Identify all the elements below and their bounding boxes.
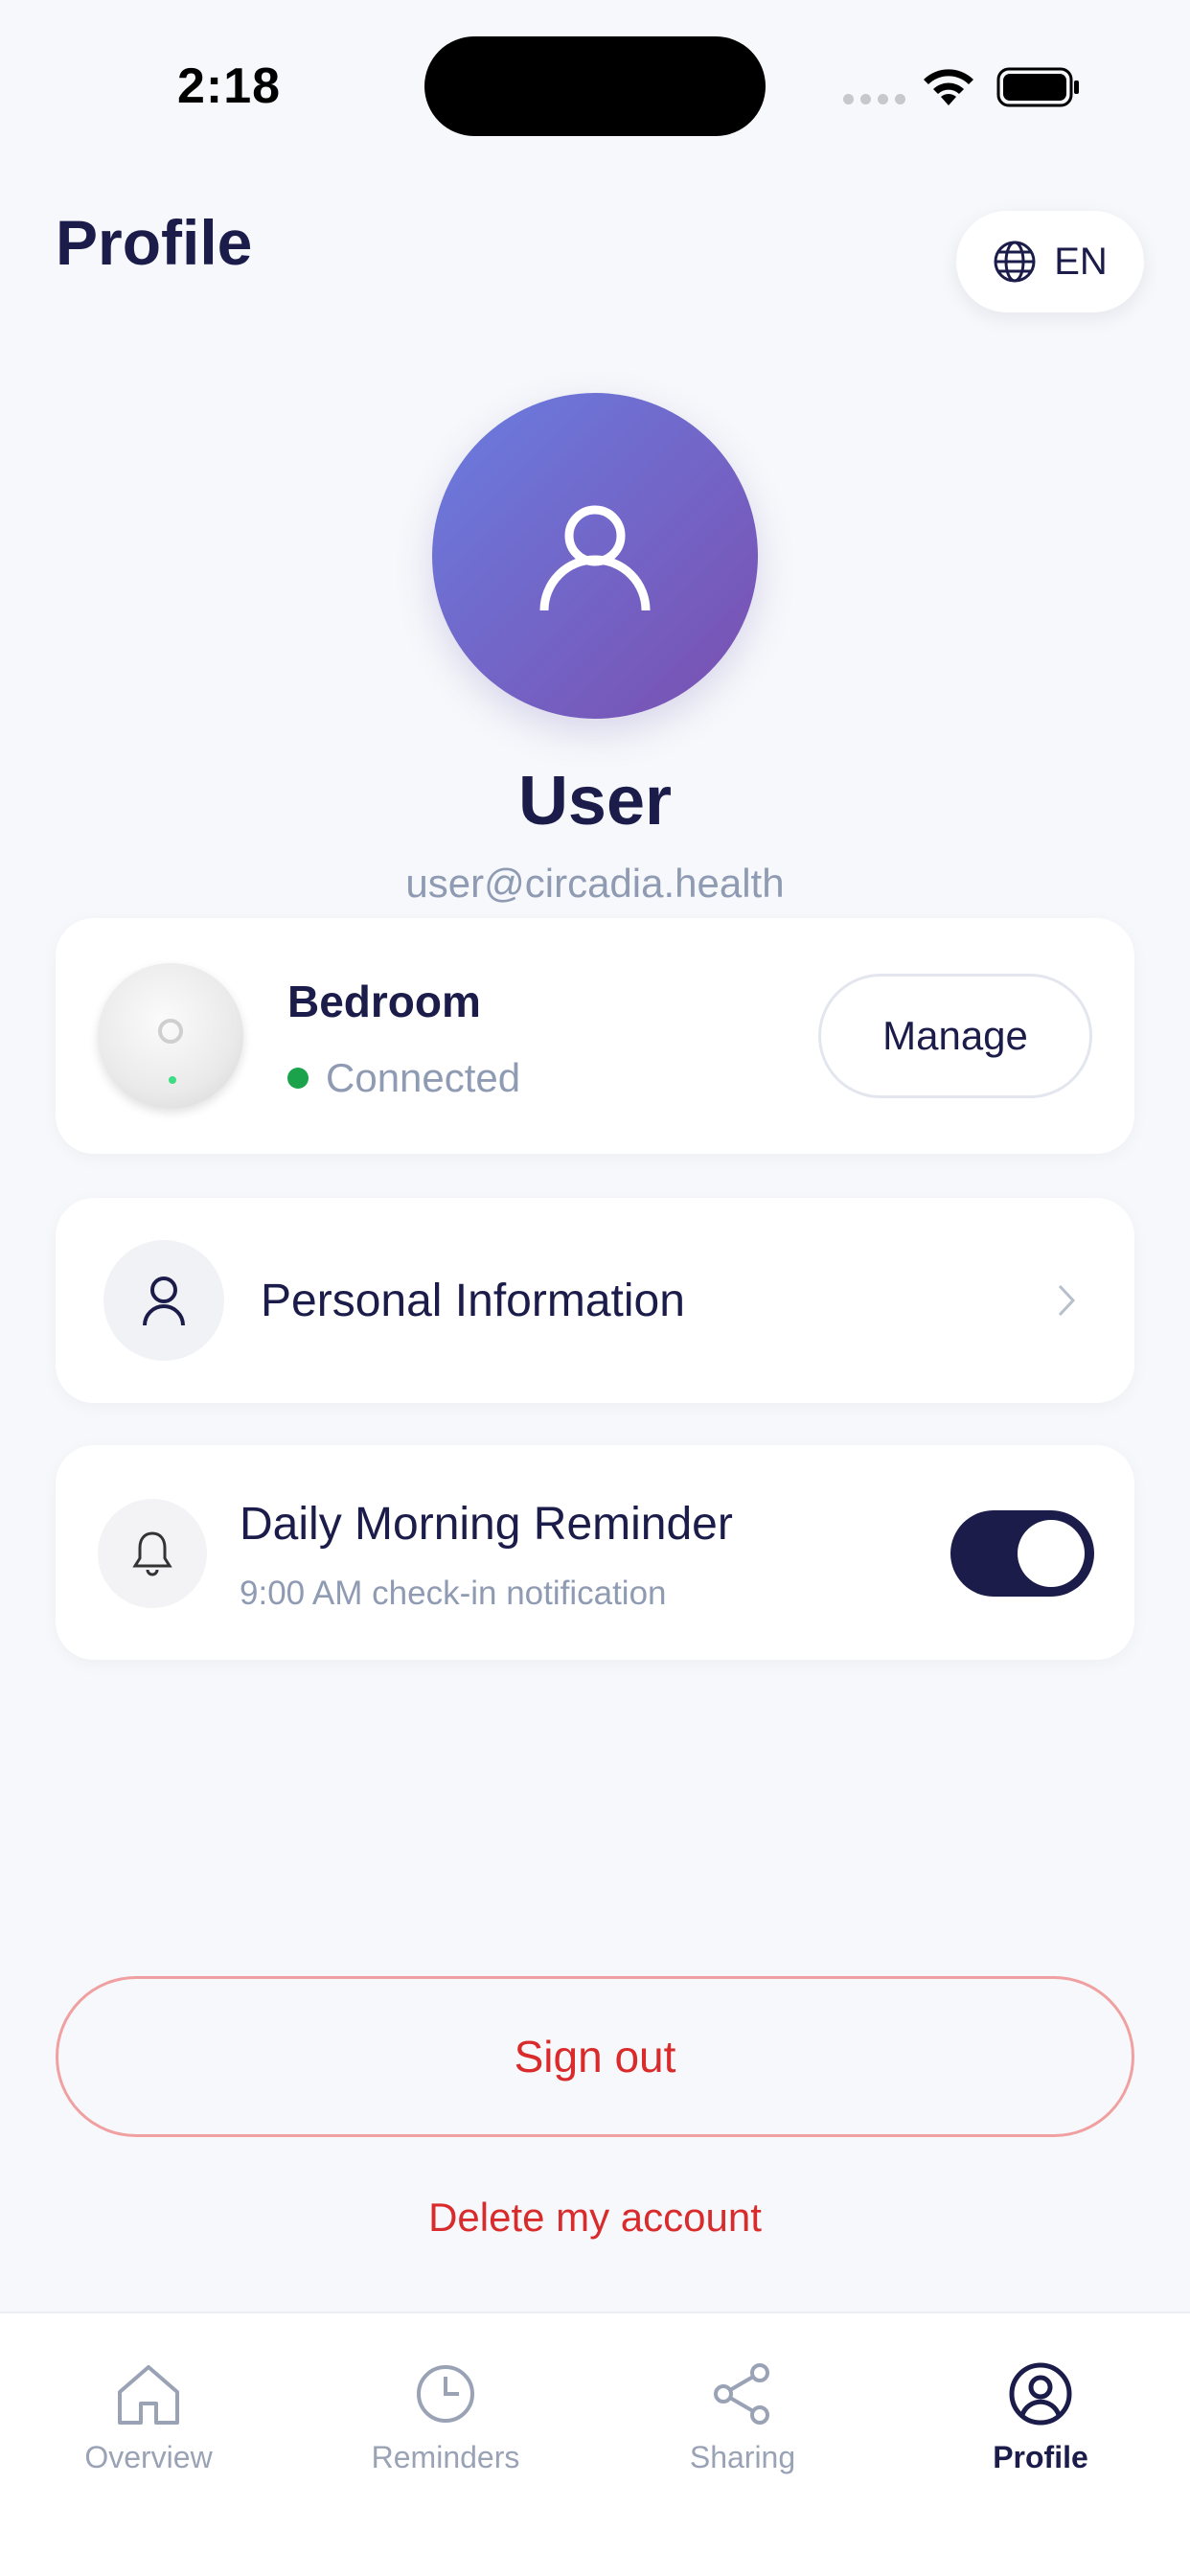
chevron-right-icon — [1058, 1284, 1076, 1317]
user-name: User — [517, 763, 673, 840]
user-email: user@circadia.health — [405, 861, 785, 906]
person-icon-container — [103, 1240, 224, 1361]
profile-screen: 2:18 Profile EN User user@circadia.healt… — [0, 0, 1190, 2576]
tab-sharing[interactable]: Sharing — [628, 2361, 858, 2475]
tab-sharing-label: Sharing — [689, 2440, 796, 2474]
share-icon — [714, 2363, 769, 2425]
language-button[interactable]: EN — [956, 211, 1144, 312]
tab-overview[interactable]: Overview — [34, 2361, 263, 2475]
page-title: Profile — [56, 207, 253, 278]
status-time: 2:18 — [177, 58, 282, 114]
manage-button[interactable]: Manage — [818, 974, 1092, 1098]
sign-out-button[interactable]: Sign out — [56, 1976, 1134, 2137]
device-card: Bedroom Connected Manage — [56, 918, 1134, 1154]
reminder-toggle[interactable] — [950, 1510, 1094, 1597]
device-status-text: Connected — [326, 1055, 521, 1100]
bell-icon — [132, 1531, 172, 1576]
status-dot-icon — [287, 1068, 309, 1089]
personal-information-label: Personal Information — [261, 1276, 685, 1326]
avatar[interactable] — [432, 393, 758, 719]
tab-reminders[interactable]: Reminders — [331, 2361, 561, 2475]
personal-information-row[interactable]: Personal Information — [56, 1198, 1134, 1403]
reminder-subtitle: 9:00 AM check-in notification — [240, 1575, 667, 1612]
language-label: EN — [1054, 240, 1108, 283]
tab-profile[interactable]: Profile — [926, 2361, 1156, 2475]
tab-overview-label: Overview — [84, 2440, 213, 2474]
profile-icon — [1009, 2362, 1072, 2426]
user-icon — [539, 505, 651, 611]
tab-bar: Overview Reminders Sharing Profile — [0, 2312, 1190, 2576]
device-logo-icon — [158, 1019, 183, 1044]
dynamic-island — [424, 36, 766, 136]
delete-account-link[interactable]: Delete my account — [0, 2195, 1190, 2241]
device-led-icon — [169, 1076, 176, 1084]
person-icon — [143, 1276, 185, 1326]
home-icon — [118, 2365, 179, 2425]
tab-profile-label: Profile — [993, 2440, 1088, 2474]
clock-icon — [417, 2365, 474, 2423]
daily-reminder-row: Daily Morning Reminder 9:00 AM check-in … — [56, 1445, 1134, 1660]
battery-icon — [996, 67, 1079, 107]
globe-icon — [994, 241, 1036, 283]
toggle-knob — [1018, 1520, 1085, 1587]
bell-icon-container — [98, 1499, 207, 1608]
device-image — [98, 963, 243, 1109]
wifi-icon — [924, 69, 973, 105]
tab-reminders-label: Reminders — [371, 2440, 520, 2474]
device-status: Connected — [287, 1055, 520, 1101]
cellular-signal-icon — [843, 94, 905, 104]
device-name: Bedroom — [287, 977, 481, 1026]
reminder-title: Daily Morning Reminder — [240, 1499, 733, 1550]
